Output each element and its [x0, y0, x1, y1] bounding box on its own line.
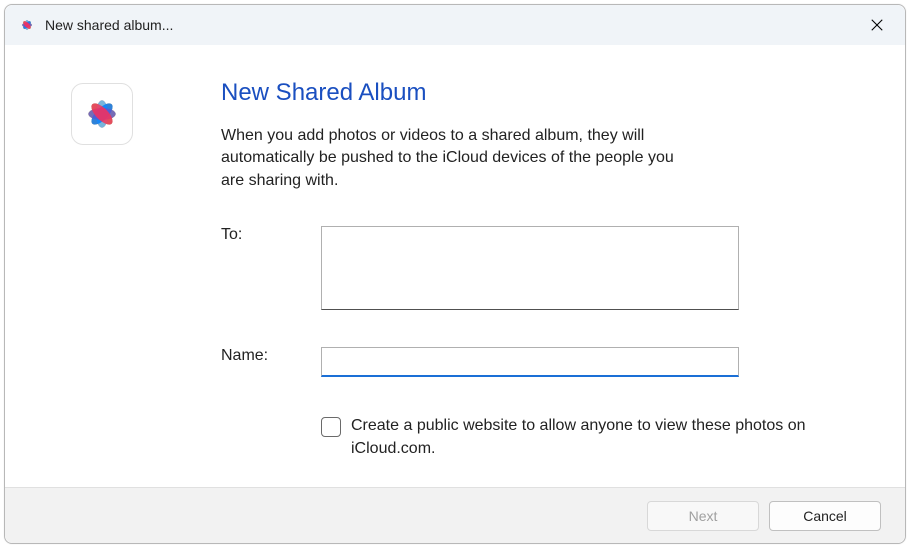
icon-column	[71, 79, 151, 477]
dialog-content: New Shared Album When you add photos or …	[5, 45, 905, 487]
window-title: New shared album...	[45, 17, 857, 33]
close-button[interactable]	[857, 9, 897, 41]
name-label: Name:	[221, 347, 321, 377]
public-website-row: Create a public website to allow anyone …	[321, 415, 839, 460]
to-input[interactable]	[321, 226, 739, 310]
form-column: New Shared Album When you add photos or …	[151, 79, 845, 477]
photos-app-icon	[17, 15, 37, 35]
public-website-checkbox[interactable]	[321, 417, 341, 437]
to-label: To:	[221, 226, 321, 315]
to-row: To:	[221, 226, 845, 315]
cancel-button[interactable]: Cancel	[769, 501, 881, 531]
dialog-window: New shared album...	[4, 4, 906, 544]
next-button[interactable]: Next	[647, 501, 759, 531]
close-icon	[870, 18, 884, 32]
public-website-label: Create a public website to allow anyone …	[351, 415, 839, 460]
photos-icon	[71, 83, 133, 145]
page-description: When you add photos or videos to a share…	[221, 125, 681, 192]
dialog-footer: Next Cancel	[5, 487, 905, 543]
page-heading: New Shared Album	[221, 79, 845, 107]
name-row: Name:	[221, 347, 845, 377]
name-input[interactable]	[321, 347, 739, 377]
titlebar: New shared album...	[5, 5, 905, 45]
